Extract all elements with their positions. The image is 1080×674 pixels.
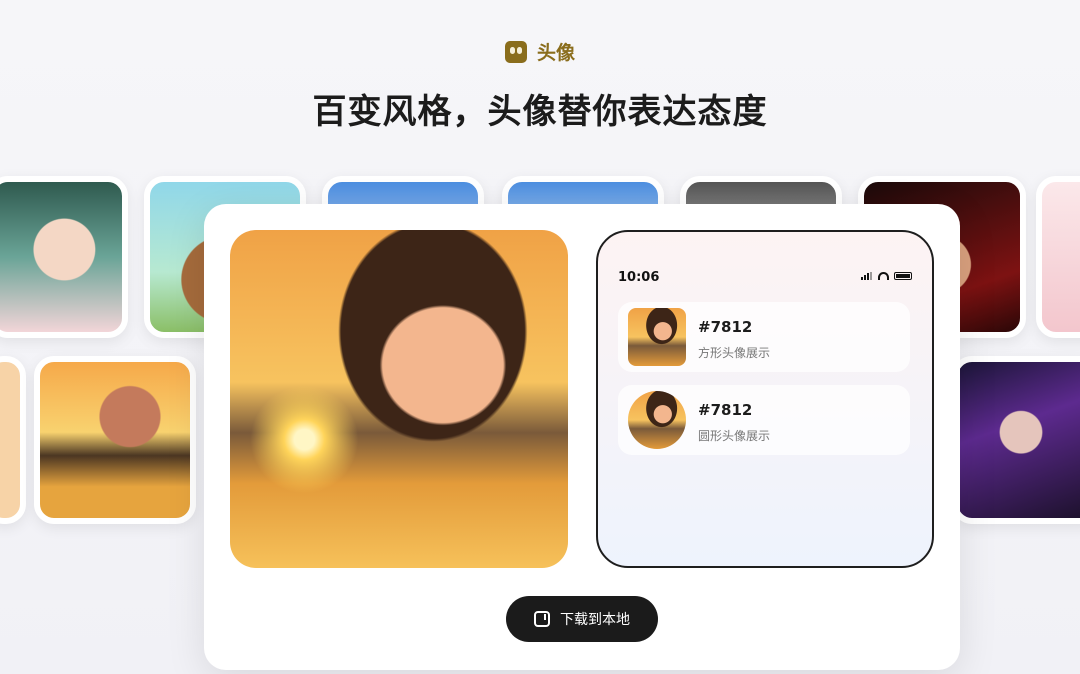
download-button-label: 下载到本地 xyxy=(560,612,630,628)
status-time: 10:06 xyxy=(618,270,660,285)
gallery-avatar-peach[interactable] xyxy=(0,356,26,524)
gallery-avatar-pink[interactable] xyxy=(1036,176,1080,338)
download-icon xyxy=(534,611,550,627)
brand-header: 头像 xyxy=(0,38,1080,65)
brand-name: 头像 xyxy=(536,42,575,64)
avatar-preview-image xyxy=(230,230,568,568)
phone-mockup: 10:06 #7812 方形头像展示 #7812 圆形头像展示 xyxy=(596,230,934,568)
avatar-id: #7812 xyxy=(698,318,753,336)
avatar-display-label: 方形头像展示 xyxy=(698,346,771,360)
signal-icon xyxy=(861,272,873,280)
gallery-avatar-neon-girl[interactable] xyxy=(952,356,1080,524)
status-bar-icons xyxy=(861,272,912,280)
list-item-square-avatar: #7812 方形头像展示 xyxy=(618,302,910,372)
avatar-display-label: 圆形头像展示 xyxy=(698,429,771,443)
square-avatar-thumbnail xyxy=(628,308,686,366)
battery-icon xyxy=(894,272,912,280)
page-title: 百变风格，头像替你表达态度 xyxy=(312,92,768,132)
gallery-avatar-sunset-girl[interactable] xyxy=(34,356,196,524)
round-avatar-thumbnail xyxy=(628,391,686,449)
avatar-id: #7812 xyxy=(698,401,753,419)
brand-logo-icon xyxy=(504,40,527,63)
download-button[interactable]: 下载到本地 xyxy=(506,596,658,642)
avatar-preview-card: 10:06 #7812 方形头像展示 #7812 圆形头像展示 下载到本地 xyxy=(204,204,960,670)
list-item-round-avatar: #7812 圆形头像展示 xyxy=(618,385,910,455)
wifi-icon xyxy=(878,272,889,280)
gallery-avatar-anime-girl[interactable] xyxy=(0,176,128,338)
